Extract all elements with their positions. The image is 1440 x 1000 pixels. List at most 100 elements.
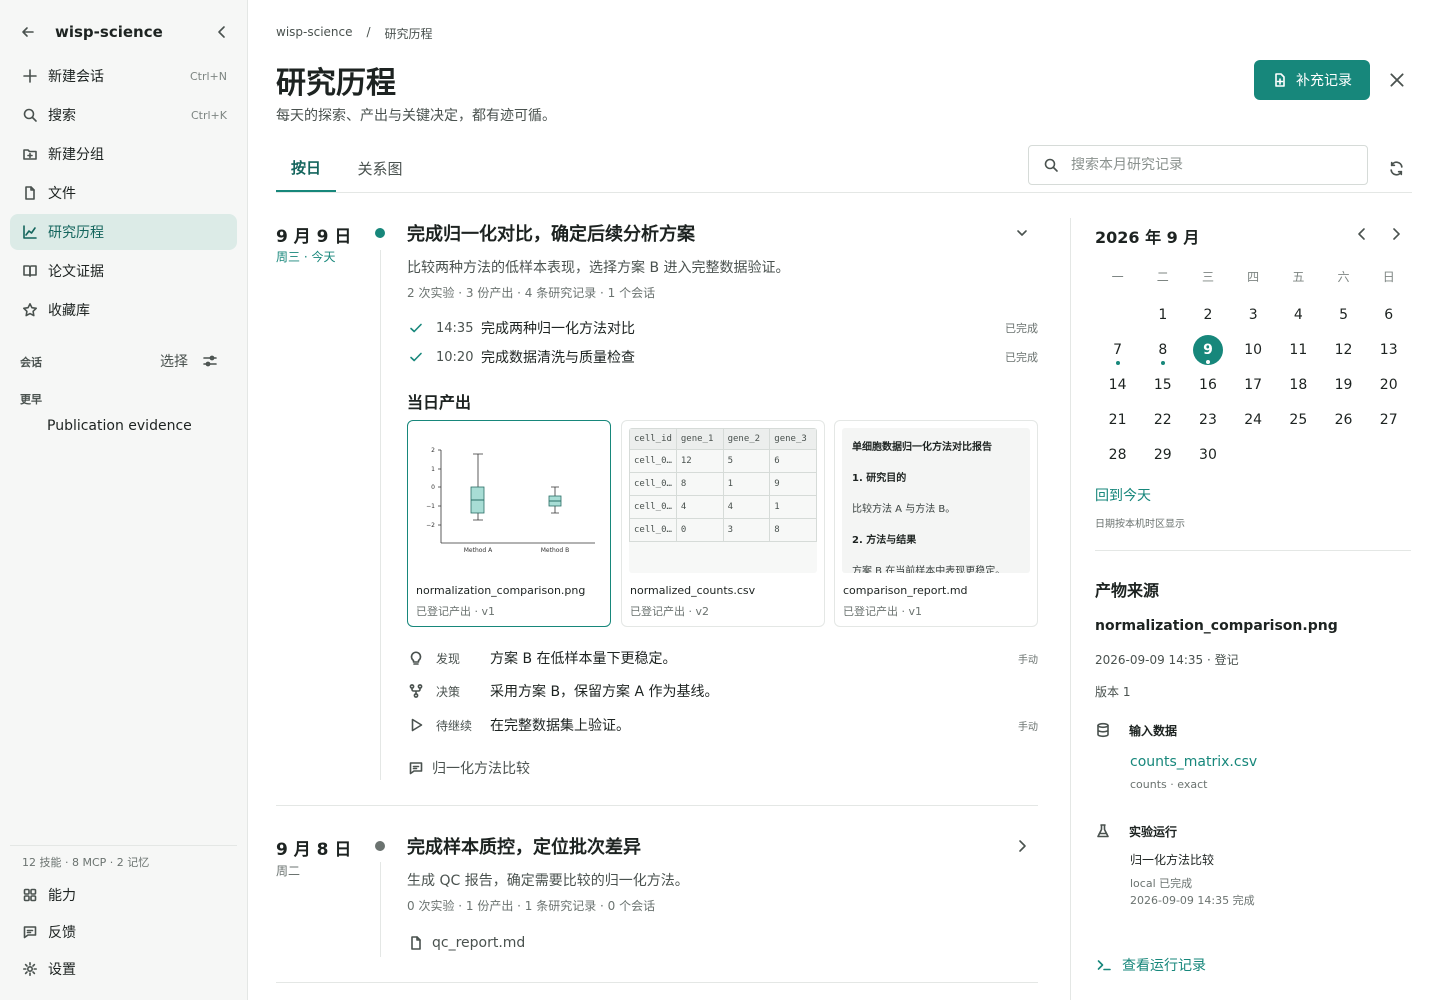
output-file-link[interactable]: qc_report.md <box>408 935 525 951</box>
calendar-day[interactable]: 22 <box>1140 402 1185 437</box>
timeline-dot-today <box>375 228 385 238</box>
entry-meta: 2 次实验 · 3 份产出 · 4 条研究记录 · 1 个会话 <box>407 286 656 300</box>
calendar-day[interactable]: 20 <box>1366 367 1411 402</box>
collapse-sidebar-icon[interactable] <box>214 24 230 40</box>
calendar-day[interactable]: 23 <box>1185 402 1230 437</box>
session-link[interactable]: 归一化方法比较 <box>408 758 530 778</box>
status-badge: 已完成 <box>1005 322 1038 335</box>
input-file-link[interactable]: counts_matrix.csv <box>1130 754 1257 770</box>
output-card-report[interactable]: 单细胞数据归一化方法对比报告 1. 研究目的 比较方法 A 与方法 B。 2. … <box>834 420 1038 627</box>
new-group-button[interactable]: 新建分组 <box>10 136 237 172</box>
sidebar-item-paper-evidence[interactable]: 论文证据 <box>10 253 237 289</box>
session-item[interactable]: Publication evidence <box>47 418 192 434</box>
refresh-icon[interactable] <box>1388 160 1405 177</box>
plot-x-label-b: Method B <box>541 547 570 554</box>
calendar-day[interactable]: 26 <box>1321 402 1366 437</box>
capabilities-button[interactable]: 能力 <box>10 877 237 913</box>
book-open-icon <box>23 265 37 277</box>
calendar-day[interactable]: 27 <box>1366 402 1411 437</box>
calendar-day[interactable]: 14 <box>1095 367 1140 402</box>
output-card-plot[interactable]: 2 1 0 −1 −2 Method A Method B normalization_… <box>407 420 611 627</box>
new-session-button[interactable]: 新建会话 Ctrl+N <box>10 58 237 94</box>
breadcrumb-current: 研究历程 <box>384 27 433 41</box>
boxplot-thumbnail: 2 1 0 −1 −2 Method A Method B <box>415 428 603 573</box>
calendar-day[interactable]: 21 <box>1095 402 1140 437</box>
calendar-day[interactable]: 24 <box>1231 402 1276 437</box>
add-record-button[interactable]: 补充记录 <box>1254 60 1370 100</box>
close-icon[interactable] <box>1388 71 1406 89</box>
back-to-today-link[interactable]: 回到今天 <box>1095 485 1151 505</box>
calendar-day[interactable]: 28 <box>1095 437 1140 472</box>
search-input[interactable] <box>1071 157 1341 173</box>
chevron-down-icon[interactable] <box>1014 225 1030 241</box>
view-runs-link[interactable]: 查看运行记录 <box>1096 955 1206 975</box>
output-filename: comparison_report.md <box>843 584 968 597</box>
search-icon <box>23 108 37 122</box>
calendar-day[interactable]: 30 <box>1185 437 1230 472</box>
calendar-day[interactable]: 6 <box>1366 297 1411 332</box>
chevron-left-icon[interactable] <box>1354 226 1370 242</box>
gear-icon <box>23 962 37 976</box>
calendar-day[interactable]: 12 <box>1321 332 1366 367</box>
feedback-button[interactable]: 反馈 <box>10 914 237 950</box>
calendar-day[interactable]: 3 <box>1231 297 1276 332</box>
plot-y-tick-label: 1 <box>431 466 435 473</box>
breadcrumb-workspace[interactable]: wisp-science <box>276 25 353 42</box>
entry-description: 比较两种方法的低样本表现，选择方案 B 进入完整数据验证。 <box>407 260 790 276</box>
calendar-day[interactable]: 2 <box>1185 297 1230 332</box>
calendar-day[interactable]: 18 <box>1276 367 1321 402</box>
calendar-day-number: 1 <box>1158 306 1168 323</box>
task-item: 14:35 完成两种归一化方法对比 已完成 <box>408 317 1038 339</box>
calendar-day[interactable]: 1 <box>1140 297 1185 332</box>
settings-button[interactable]: 设置 <box>10 951 237 987</box>
calendar-day-number: 2 <box>1203 306 1213 323</box>
provenance-time: 2026-09-09 14:35 · 登记 <box>1095 653 1239 667</box>
panel-separator <box>1095 550 1411 551</box>
search-box <box>1028 145 1368 185</box>
flask-icon <box>1097 824 1109 838</box>
calendar-day[interactable]: 4 <box>1276 297 1321 332</box>
sidebar-item-research-history[interactable]: 研究历程 <box>10 214 237 250</box>
tabs-divider <box>276 192 1412 193</box>
filter-sliders-icon[interactable] <box>202 353 218 369</box>
day-weekday: 周二 <box>276 864 301 878</box>
plot-y-tick-label: 2 <box>431 447 435 454</box>
calendar-day[interactable]: 17 <box>1231 367 1276 402</box>
play-icon <box>411 718 423 732</box>
calendar-day[interactable]: 5 <box>1321 297 1366 332</box>
search-icon <box>1044 158 1058 172</box>
session-select: 选择 <box>160 351 218 371</box>
chevron-right-icon[interactable] <box>1014 838 1030 854</box>
database-icon <box>1097 722 1109 738</box>
entry-title: 完成归一化对比，确定后续分析方案 <box>407 224 695 245</box>
calendar-day[interactable]: 29 <box>1140 437 1185 472</box>
md-heading: 单细胞数据归一化方法对比报告 <box>852 442 992 453</box>
calendar-day-number: 23 <box>1199 411 1217 428</box>
calendar-day[interactable]: 15 <box>1140 367 1185 402</box>
select-sessions-button[interactable]: 选择 <box>160 351 188 371</box>
sidebar-item-files[interactable]: 文件 <box>10 175 237 211</box>
calendar-day-number: 5 <box>1339 306 1348 323</box>
calendar-day[interactable]: 16 <box>1185 367 1230 402</box>
calendar-day-number: 4 <box>1293 306 1303 323</box>
tab-relation-graph[interactable]: 关系图 <box>350 145 410 191</box>
task-item: 10:20 完成数据清洗与质量检查 已完成 <box>408 346 1038 368</box>
output-status: 已登记产出 · v2 <box>630 605 709 618</box>
calendar-day[interactable]: 11 <box>1276 332 1321 367</box>
tab-by-day[interactable]: 按日 <box>276 145 336 192</box>
calendar-day-number: 7 <box>1113 341 1123 358</box>
calendar-day[interactable]: 8 <box>1140 332 1185 367</box>
sidebar-item-favorites[interactable]: 收藏库 <box>10 292 237 328</box>
calendar-day-number: 28 <box>1108 446 1127 463</box>
calendar-day[interactable]: 25 <box>1276 402 1321 437</box>
calendar-day[interactable]: 13 <box>1366 332 1411 367</box>
output-card-csv[interactable]: cell_id gene_1 gene_2 gene_3 cell_0… 12 5 6… <box>621 420 825 627</box>
arrow-left-icon[interactable] <box>20 24 36 40</box>
calendar-day-today[interactable]: 9 <box>1185 332 1230 367</box>
calendar-day[interactable]: 10 <box>1231 332 1276 367</box>
activity-dot <box>1205 360 1210 364</box>
search-button[interactable]: 搜索 Ctrl+K <box>10 97 237 133</box>
calendar-day[interactable]: 7 <box>1095 332 1140 367</box>
chevron-right-icon[interactable] <box>1388 226 1404 242</box>
calendar-day[interactable]: 19 <box>1321 367 1366 402</box>
